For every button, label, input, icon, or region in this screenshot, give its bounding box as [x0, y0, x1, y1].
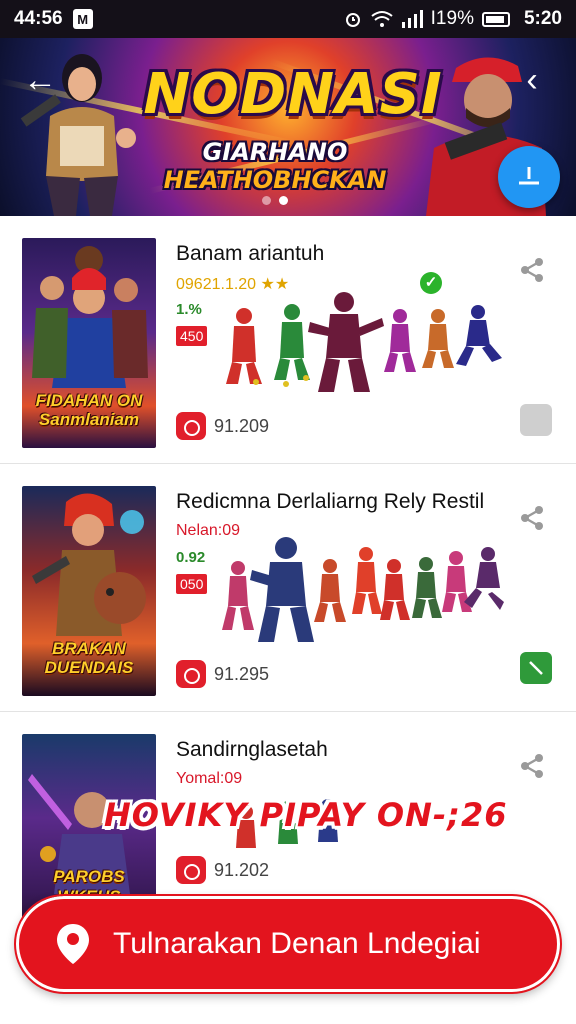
banner-pagination	[262, 196, 288, 205]
price-badge: 050	[176, 574, 208, 594]
pagination-dot[interactable]	[262, 196, 271, 205]
hero-banner[interactable]: ← ‹ NODNASI GIARHANO HEATHOBHCKAN	[0, 38, 576, 216]
game-poster[interactable]: BRAKAN DUENDAIS	[22, 486, 156, 696]
banner-subtitle-part1: GIARHANO	[202, 138, 348, 166]
views-icon	[176, 856, 206, 884]
status-clock: 5:20	[523, 8, 562, 29]
battery-icon	[481, 11, 510, 27]
share-icon[interactable]	[518, 504, 546, 532]
poster-art	[32, 246, 148, 388]
signal-icon	[401, 10, 423, 28]
price-badge: 450	[176, 326, 208, 346]
comment-button[interactable]	[520, 404, 552, 436]
banner-subtitle: GIARHANO HEATHOBHCKAN	[100, 138, 450, 194]
view-count-value: 91.202	[214, 859, 270, 880]
back-arrow-icon[interactable]: ←	[20, 60, 60, 100]
list-item[interactable]: BRAKAN DUENDAIS Redicmna Derlaliarng Rel…	[0, 464, 576, 712]
view-count-value: 91.295	[214, 663, 270, 684]
edit-icon	[529, 661, 543, 675]
wifi-icon	[371, 11, 393, 27]
chevron-left-icon[interactable]: ‹	[512, 60, 552, 100]
item-title[interactable]: Redicmna Derlaliarng Rely Restil	[176, 490, 484, 514]
notification-icon: M	[72, 9, 93, 29]
list-item[interactable]: FIDAHAN ON Sanmlaniam Banam ariantuh 096…	[0, 216, 576, 464]
status-time: 44:56	[14, 8, 63, 29]
share-icon[interactable]	[518, 752, 546, 780]
cta-label: Tulnarakan Denan Lndegiai	[113, 927, 481, 960]
promo-overlay-text: HOVIKY PIPAY ON-;26	[104, 796, 508, 834]
character-lineup	[226, 292, 502, 392]
edit-button[interactable]	[520, 652, 552, 684]
alarm-icon	[345, 13, 360, 27]
view-count: 91.295	[176, 660, 269, 688]
status-bar: 44:56 M I19% 5:20	[0, 0, 576, 38]
poster-art	[32, 493, 146, 636]
share-icon[interactable]	[518, 256, 546, 284]
view-count: 91.202	[176, 856, 269, 884]
item-percent: 0.92	[176, 549, 206, 566]
item-percent: 1.%	[176, 301, 202, 318]
status-right: I19% 5:20	[343, 8, 562, 30]
item-title[interactable]: Sandirnglasetah	[176, 738, 328, 762]
banner-subtitle-part2: HEATHOBHCKAN	[163, 166, 387, 194]
poster-title: BRAKAN DUENDAIS	[44, 638, 134, 678]
view-count-value: 91.209	[214, 415, 270, 436]
cta-button[interactable]: Tulnarakan Denan Lndegiai	[14, 894, 562, 994]
view-count: 91.209	[176, 412, 269, 440]
location-pin-icon	[57, 924, 89, 964]
item-title[interactable]: Banam ariantuh	[176, 242, 324, 266]
pagination-dot-active[interactable]	[279, 196, 288, 205]
poster-title: FIDAHAN ON Sanmlaniam	[35, 390, 143, 430]
banner-title: NODNASI	[143, 62, 443, 127]
views-icon	[176, 412, 206, 440]
game-poster[interactable]: FIDAHAN ON Sanmlaniam	[22, 238, 156, 448]
game-list: FIDAHAN ON Sanmlaniam Banam ariantuh 096…	[0, 216, 576, 960]
character-lineup	[222, 537, 504, 642]
download-button[interactable]	[498, 146, 560, 208]
download-icon	[519, 167, 539, 185]
battery-percent: I19%	[430, 8, 474, 29]
views-icon	[176, 660, 206, 688]
